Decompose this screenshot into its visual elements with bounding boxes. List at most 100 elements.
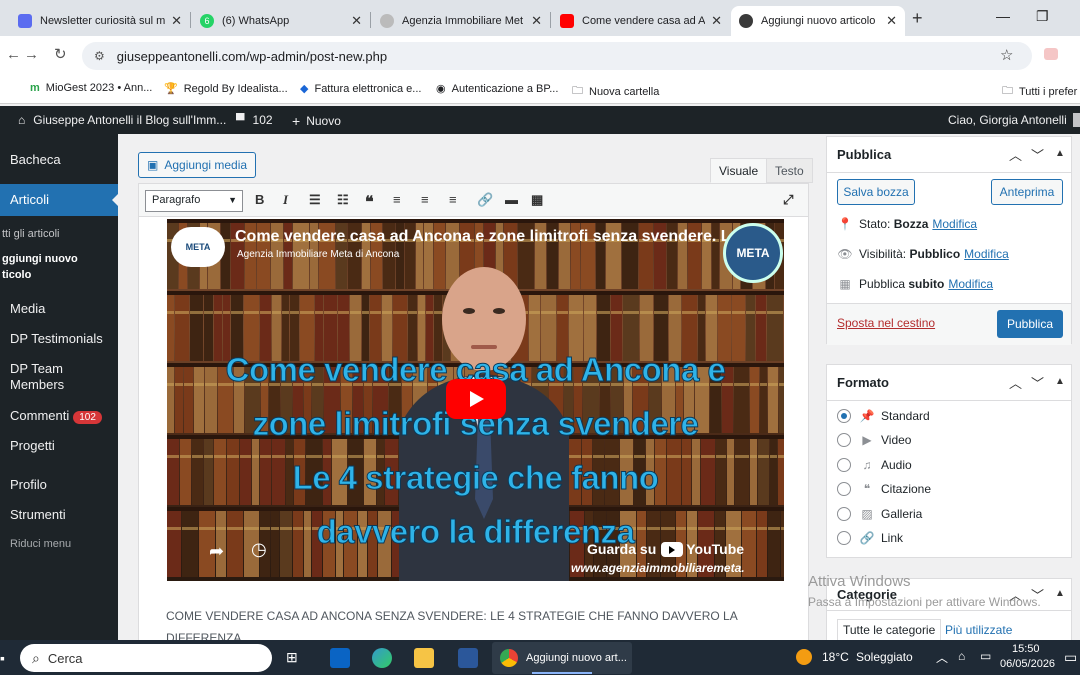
back-icon[interactable]: ←: [6, 46, 21, 63]
format-option-video[interactable]: ▶ Video: [837, 433, 911, 447]
chevron-down-icon[interactable]: ﹀: [1031, 373, 1044, 392]
toggle-panel-icon[interactable]: ▲: [1055, 376, 1065, 387]
fullscreen-icon[interactable]: ⤢: [783, 192, 793, 208]
tab-youtube[interactable]: Come vendere casa ad An ✕: [552, 6, 730, 36]
format-option-link[interactable]: 🔗 Link: [837, 531, 903, 545]
menu-dp-testimonials[interactable]: DP Testimonials: [0, 331, 118, 346]
admin-bar-account[interactable]: Ciao, Giorgia Antonelli: [948, 113, 1080, 127]
admin-bar-new[interactable]: + Nuovo: [292, 113, 341, 129]
publish-button[interactable]: Pubblica: [997, 310, 1063, 338]
blockquote-icon[interactable]: ❝: [365, 192, 374, 212]
bookmark-fattura[interactable]: ◆ Fattura elettronica e...: [300, 82, 421, 96]
format-option-standard[interactable]: 📌 Standard: [837, 409, 930, 423]
task-view-icon[interactable]: ⊞: [286, 649, 298, 666]
align-left-icon[interactable]: ≡: [393, 192, 401, 207]
edit-visibility-link[interactable]: Modifica: [964, 247, 1009, 261]
toolbar-toggle-icon[interactable]: ▦: [531, 192, 543, 208]
edit-status-link[interactable]: Modifica: [932, 217, 977, 231]
tab-visuale[interactable]: Visuale: [710, 158, 768, 183]
admin-bar-comments[interactable]: ▀ 102: [236, 113, 273, 127]
bookmark-star-icon[interactable]: ☆: [1000, 46, 1013, 64]
edge-icon[interactable]: [372, 648, 392, 668]
bookmark-autenticazione[interactable]: ◉ Autenticazione a BP...: [436, 82, 558, 96]
tab-newsletter[interactable]: Newsletter curiosità sul m ✕: [10, 6, 190, 36]
watch-on-youtube-link[interactable]: Guarda su YouTube: [587, 541, 744, 557]
chevron-down-icon[interactable]: ﹀: [1031, 145, 1044, 164]
notification-icon[interactable]: ▭: [1064, 649, 1077, 666]
align-right-icon[interactable]: ≡: [449, 192, 457, 207]
radio-standard[interactable]: [837, 409, 851, 423]
close-icon[interactable]: ✕: [351, 13, 362, 29]
menu-articoli[interactable]: Articoli: [0, 184, 118, 216]
radio-video[interactable]: [837, 433, 851, 447]
tab-piu-utilizzate[interactable]: Più utilizzate: [945, 623, 1012, 637]
tray-chevron-icon[interactable]: ︿: [936, 649, 948, 666]
tab-aggiungi-articolo[interactable]: Aggiungi nuovo articolo ✕: [731, 6, 905, 36]
trash-link[interactable]: Sposta nel cestino: [837, 316, 935, 330]
file-explorer-icon[interactable]: [414, 648, 434, 668]
youtube-embed[interactable]: META Come vendere casa ad Ancona e zone …: [167, 219, 784, 581]
collapse-menu[interactable]: Riduci menu: [0, 538, 118, 550]
tab-tutte-categorie[interactable]: Tutte le categorie: [837, 619, 942, 641]
submenu-aggiungi-nuovo[interactable]: ggiungi nuovo ticolo: [0, 251, 118, 283]
network-icon[interactable]: ⌂: [958, 649, 965, 663]
menu-profilo[interactable]: Profilo: [0, 477, 118, 492]
submenu-tutti-articoli[interactable]: tti gli articoli: [0, 226, 118, 242]
chevron-up-icon[interactable]: ︿: [1009, 145, 1022, 164]
tab-testo[interactable]: Testo: [766, 158, 813, 183]
bold-icon[interactable]: B: [255, 192, 264, 207]
battery-icon[interactable]: ▭: [980, 649, 991, 663]
link-icon[interactable]: 🔗: [477, 192, 493, 208]
bookmark-miogest[interactable]: m MioGest 2023 • Ann...: [30, 82, 152, 94]
tab-whatsapp[interactable]: 6 (6) WhatsApp ✕: [192, 6, 370, 36]
close-icon[interactable]: ✕: [531, 13, 542, 29]
bookmark-regold[interactable]: 🏆 Regold By Idealista...: [164, 82, 288, 96]
forward-icon[interactable]: →: [24, 46, 39, 63]
taskbar-search[interactable]: ⌕ Cerca: [20, 644, 272, 672]
minimize-icon[interactable]: —: [996, 8, 1010, 24]
menu-strumenti[interactable]: Strumenti: [0, 507, 118, 522]
extension-icon[interactable]: [1044, 48, 1058, 60]
site-info-icon[interactable]: ⚙: [94, 49, 105, 63]
omnibox[interactable]: ⚙ giuseppeantonelli.com/wp-admin/post-ne…: [82, 42, 1032, 70]
edit-schedule-link[interactable]: Modifica: [948, 277, 993, 291]
clock-date[interactable]: 06/05/2026: [1000, 658, 1055, 670]
close-icon[interactable]: ✕: [171, 13, 182, 29]
add-media-button[interactable]: ▣ Aggiungi media: [138, 152, 257, 178]
outlook-icon[interactable]: [330, 648, 350, 668]
align-center-icon[interactable]: ≡: [421, 192, 429, 207]
menu-media[interactable]: Media: [0, 301, 118, 316]
tab-agenzia[interactable]: Agenzia Immobiliare Met ✕: [372, 6, 550, 36]
format-option-galleria[interactable]: ▨ Galleria: [837, 507, 922, 521]
close-icon[interactable]: ✕: [711, 13, 722, 29]
editor-content[interactable]: META Come vendere casa ad Ancona e zone …: [138, 217, 809, 645]
menu-progetti[interactable]: Progetti: [0, 438, 118, 453]
restore-icon[interactable]: ❐: [1036, 8, 1049, 25]
taskbar-chrome-window[interactable]: Aggiungi nuovo art...: [492, 642, 632, 674]
read-more-icon[interactable]: ▬: [505, 192, 518, 207]
play-button[interactable]: [446, 379, 506, 419]
admin-bar-site[interactable]: ⌂ Giuseppe Antonelli il Blog sull'Imm...: [18, 113, 226, 127]
word-icon[interactable]: [458, 648, 478, 668]
italic-icon[interactable]: I: [283, 192, 288, 208]
numbered-list-icon[interactable]: ☷: [337, 192, 349, 208]
video-title[interactable]: Come vendere casa ad Ancona e zone limit…: [235, 228, 731, 246]
watch-later-icon[interactable]: ◷: [251, 539, 267, 560]
share-icon[interactable]: ➦: [209, 541, 224, 562]
clock-time[interactable]: 15:50: [1012, 643, 1040, 655]
weather-text[interactable]: Soleggiato: [856, 650, 913, 664]
menu-bacheca[interactable]: Bacheca: [0, 152, 118, 167]
new-tab-button[interactable]: +: [912, 8, 923, 29]
save-draft-button[interactable]: Salva bozza: [837, 179, 915, 205]
video-channel[interactable]: Agenzia Immobiliare Meta di Ancona: [237, 249, 399, 260]
chevron-up-icon[interactable]: ︿: [1009, 373, 1022, 392]
toggle-panel-icon[interactable]: ▲: [1055, 588, 1065, 599]
reload-icon[interactable]: ↻: [54, 45, 67, 63]
bookmark-all[interactable]: 🗀 Tutti i prefer: [1002, 82, 1077, 101]
radio-citazione[interactable]: [837, 482, 851, 496]
windows-start-icon[interactable]: ▪: [0, 650, 5, 666]
format-option-citazione[interactable]: ❝ Citazione: [837, 482, 931, 496]
close-icon[interactable]: ✕: [886, 13, 897, 29]
format-select[interactable]: Paragrafo ▼: [145, 190, 243, 212]
bullet-list-icon[interactable]: ☰: [309, 192, 321, 208]
